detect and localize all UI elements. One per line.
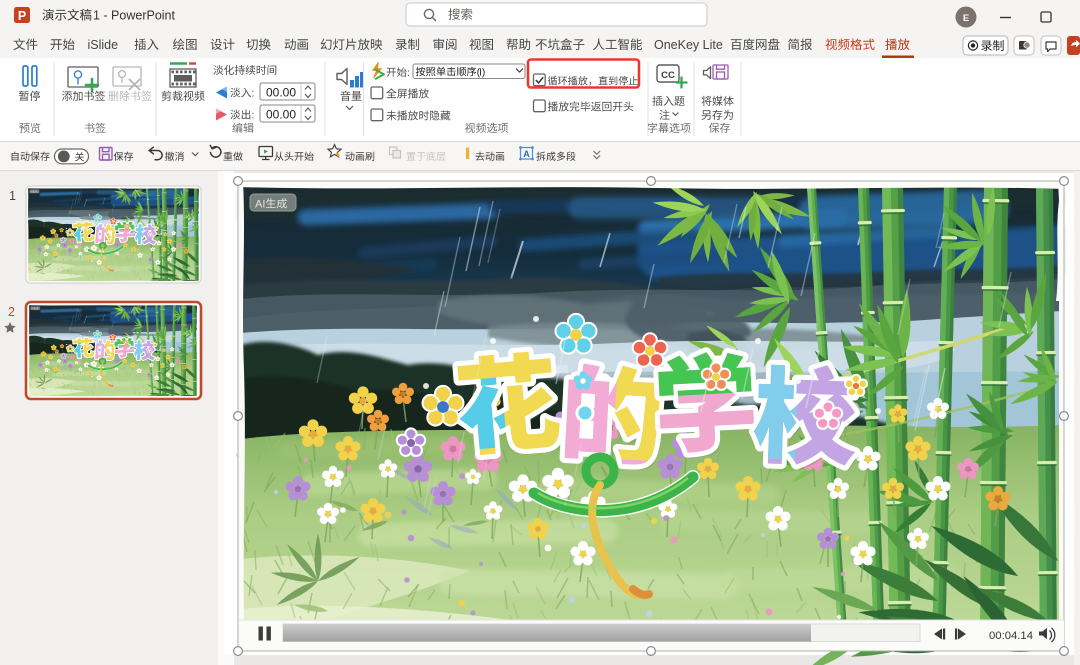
svg-text:2: 2 <box>8 305 15 319</box>
svg-text:00:04.14: 00:04.14 <box>989 630 1033 642</box>
svg-text:00.00: 00.00 <box>266 108 296 122</box>
svg-text:iSlide: iSlide <box>88 38 119 52</box>
svg-text:OneKey Lite: OneKey Lite <box>654 38 723 52</box>
svg-text:A: A <box>523 149 530 159</box>
svg-text:P: P <box>18 9 26 23</box>
svg-text:E: E <box>963 13 969 24</box>
svg-text:00.00: 00.00 <box>266 86 296 100</box>
svg-text:1: 1 <box>9 189 16 203</box>
svg-text:I): I) <box>479 67 485 78</box>
svg-text:1 - PowerPoint: 1 - PowerPoint <box>93 9 176 23</box>
svg-text:CC: CC <box>661 70 675 81</box>
